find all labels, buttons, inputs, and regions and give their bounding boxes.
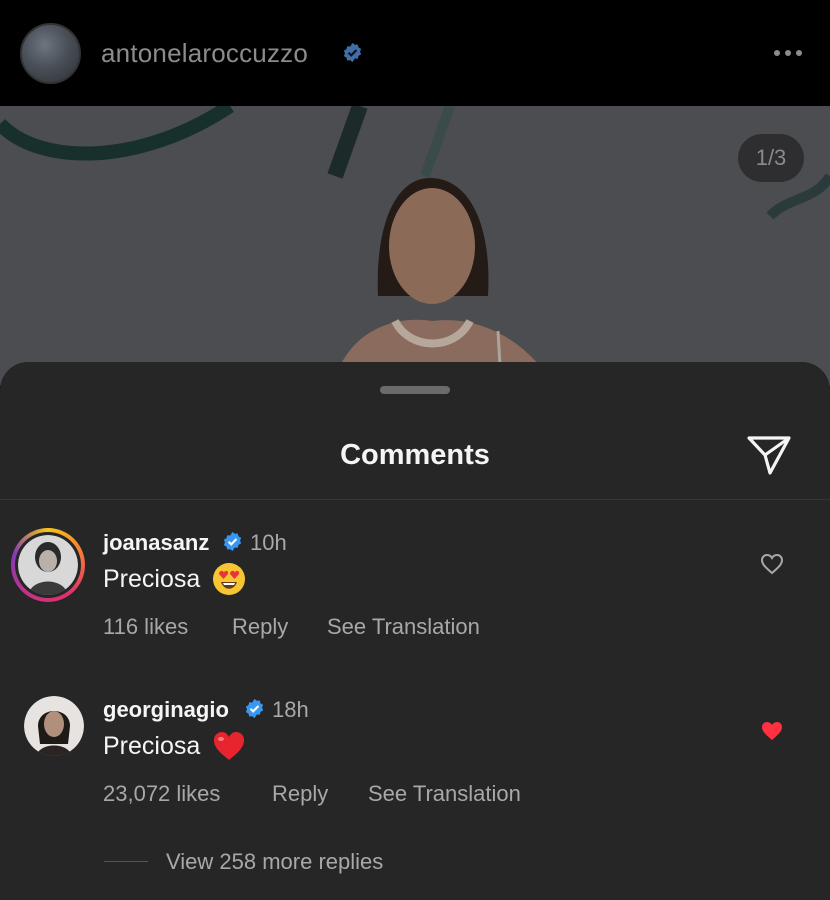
replies-divider-line xyxy=(104,861,148,862)
verified-badge-icon xyxy=(245,698,264,719)
share-send-icon[interactable] xyxy=(746,434,792,476)
heart-eyes-emoji-icon xyxy=(213,563,245,595)
red-heart-emoji-icon xyxy=(214,732,244,760)
drag-handle-icon[interactable] xyxy=(380,386,450,394)
verified-badge-icon xyxy=(343,42,362,63)
comment-time: 18h xyxy=(272,697,309,722)
comment-text: Preciosa xyxy=(103,565,201,593)
profile-username[interactable]: antonelaroccuzzo xyxy=(101,38,308,69)
view-more-replies-button[interactable]: View 258 more replies xyxy=(166,849,383,875)
verified-badge-icon xyxy=(223,531,242,552)
comment-username[interactable]: georginagio xyxy=(103,697,229,723)
sheet-title: Comments xyxy=(340,439,490,471)
like-heart-icon[interactable] xyxy=(760,553,784,575)
comments-sheet: Comments joanasanz 10h Preciosa 116 like… xyxy=(0,362,830,900)
post-header: antonelaroccuzzo xyxy=(0,0,830,106)
image-counter: 1/3 xyxy=(738,134,804,182)
liked-heart-icon[interactable] xyxy=(760,720,784,742)
post-image[interactable] xyxy=(0,106,830,386)
avatar[interactable] xyxy=(18,535,78,595)
comment-username[interactable]: joanasanz xyxy=(103,530,209,556)
see-translation-button[interactable]: See Translation xyxy=(327,614,480,640)
see-translation-button[interactable]: See Translation xyxy=(368,781,521,807)
profile-avatar[interactable] xyxy=(20,23,81,84)
comment-likes[interactable]: 23,072 likes xyxy=(103,781,220,807)
post-photo-graphic xyxy=(0,106,830,386)
divider xyxy=(0,499,830,500)
reply-button[interactable]: Reply xyxy=(232,614,288,640)
more-options-icon[interactable] xyxy=(771,40,805,66)
comment-likes[interactable]: 116 likes xyxy=(103,614,188,640)
comment-text: Preciosa xyxy=(103,732,201,760)
reply-button[interactable]: Reply xyxy=(272,781,328,807)
avatar[interactable] xyxy=(24,696,84,756)
comment-time: 10h xyxy=(250,530,287,555)
